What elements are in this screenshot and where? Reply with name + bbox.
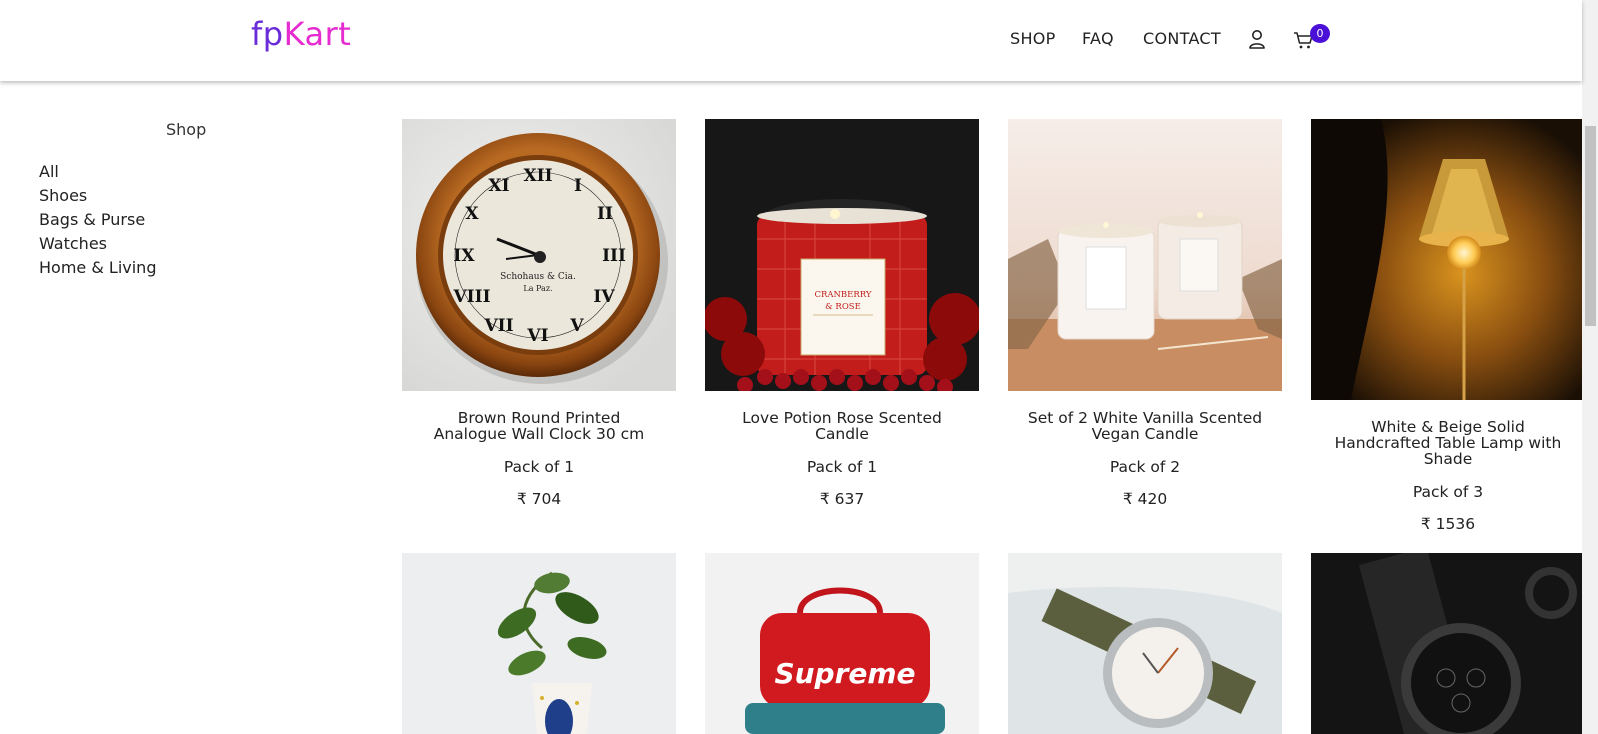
category-home-living[interactable]: Home & Living xyxy=(39,256,156,280)
svg-text:XII: XII xyxy=(523,166,552,186)
category-list: All Shoes Bags & Purse Watches Home & Li… xyxy=(39,160,156,280)
product-image-plant[interactable] xyxy=(402,553,676,734)
svg-text:XI: XI xyxy=(488,176,509,196)
category-watches[interactable]: Watches xyxy=(39,232,156,256)
page-scrollbar[interactable] xyxy=(1582,0,1598,734)
category-all[interactable]: All xyxy=(39,160,156,184)
svg-text:I: I xyxy=(574,176,582,196)
svg-text:X: X xyxy=(465,204,479,224)
product-pack: Pack of 2 xyxy=(1109,458,1181,476)
nav-shop-link[interactable]: SHOP xyxy=(1010,29,1056,51)
clock-city-text: La Paz. xyxy=(523,284,552,293)
product-card[interactable] xyxy=(1311,553,1585,734)
clock-maker-text: Schohaus & Cia. xyxy=(500,272,576,282)
svg-text:VII: VII xyxy=(483,316,513,336)
product-card[interactable] xyxy=(1008,553,1282,734)
svg-text:IV: IV xyxy=(593,287,615,307)
product-card[interactable]: Set of 2 White Vanilla Scented Vegan Can… xyxy=(1008,119,1282,508)
product-card[interactable]: XII I II III IV V VI VII VIII IX X XI Sc… xyxy=(402,119,676,508)
logo-part-kart: Kart xyxy=(283,15,352,53)
product-image-watch[interactable] xyxy=(1008,553,1282,734)
cart-count-badge: 0 xyxy=(1310,24,1330,43)
logo[interactable]: fpKart xyxy=(251,14,351,54)
product-card[interactable]: Supreme xyxy=(705,553,979,734)
product-image-candle[interactable]: CRANBERRY & ROSE xyxy=(705,119,979,391)
product-name[interactable]: Set of 2 White Vanilla Scented Vegan Can… xyxy=(1025,410,1265,442)
sidebar-title: Shop xyxy=(166,120,207,139)
svg-text:VIII: VIII xyxy=(452,287,490,307)
candle-label-text-1: CRANBERRY xyxy=(814,290,871,300)
product-card[interactable]: CRANBERRY & ROSE Love Potion Rose Scente… xyxy=(705,119,979,508)
product-pack: Pack of 1 xyxy=(806,458,878,476)
product-image-clock[interactable]: XII I II III IV V VI VII VIII IX X XI Sc… xyxy=(402,119,676,391)
category-bags-purse[interactable]: Bags & Purse xyxy=(39,208,156,232)
product-price: ₹ 637 xyxy=(819,490,865,508)
product-pack: Pack of 1 xyxy=(503,458,575,476)
site-header: fpKart SHOP FAQ CONTACT 0 xyxy=(0,0,1582,81)
product-card[interactable]: White & Beige Solid Handcrafted Table La… xyxy=(1311,119,1585,533)
nav-contact-link[interactable]: CONTACT xyxy=(1143,29,1221,51)
product-image-duffel-bag[interactable]: Supreme xyxy=(705,553,979,734)
candle-label-text-2: & ROSE xyxy=(825,302,861,312)
nav-faq-link[interactable]: FAQ xyxy=(1082,29,1114,51)
product-name[interactable]: Love Potion Rose Scented Candle xyxy=(722,410,962,442)
product-price: ₹ 1536 xyxy=(1420,515,1476,533)
svg-text:III: III xyxy=(602,246,626,266)
svg-text:VI: VI xyxy=(526,326,548,346)
product-image-vanilla-candles[interactable] xyxy=(1008,119,1282,391)
product-price: ₹ 420 xyxy=(1122,490,1168,508)
svg-text:V: V xyxy=(569,316,584,336)
product-image-table-lamp[interactable] xyxy=(1311,119,1585,400)
svg-text:II: II xyxy=(597,204,613,224)
product-name[interactable]: Brown Round Printed Analogue Wall Clock … xyxy=(419,410,659,442)
scrollbar-thumb[interactable] xyxy=(1585,126,1596,326)
product-name[interactable]: White & Beige Solid Handcrafted Table La… xyxy=(1328,419,1568,467)
product-image-black-watch[interactable] xyxy=(1311,553,1585,734)
logo-part-fp: fp xyxy=(251,15,284,53)
svg-text:IX: IX xyxy=(453,246,475,266)
product-pack: Pack of 3 xyxy=(1412,483,1484,501)
product-card[interactable] xyxy=(402,553,676,734)
category-shoes[interactable]: Shoes xyxy=(39,184,156,208)
user-icon[interactable] xyxy=(1248,29,1266,49)
product-price: ₹ 704 xyxy=(516,490,562,508)
bag-brand-text: Supreme xyxy=(774,657,915,690)
